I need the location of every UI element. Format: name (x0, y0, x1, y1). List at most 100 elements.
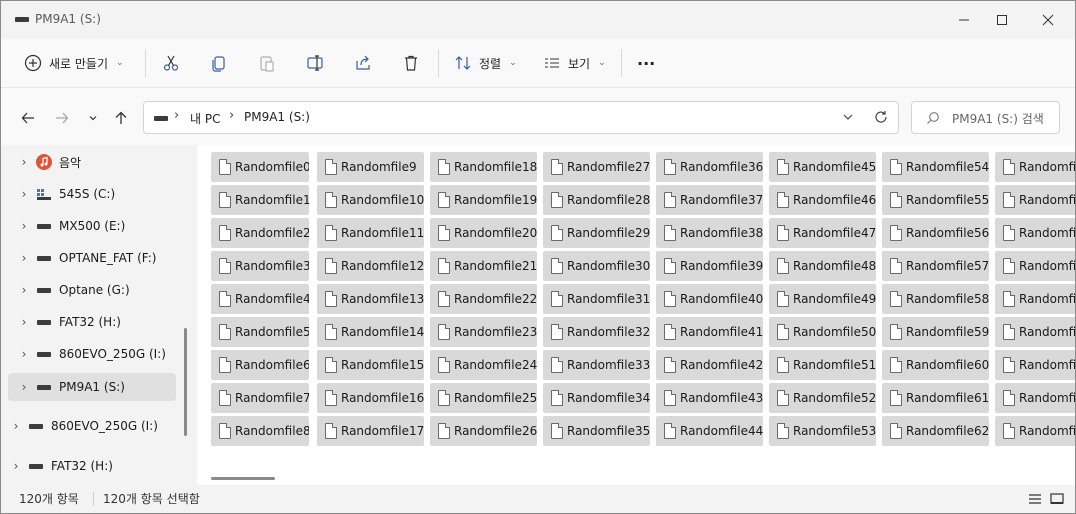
file-item[interactable]: Randomfil (995, 218, 1075, 248)
file-item[interactable]: Randomfile40 (656, 284, 763, 314)
forward-button[interactable] (51, 107, 73, 129)
file-item[interactable]: Randomfile19 (430, 185, 537, 215)
file-item[interactable]: Randomfile21 (430, 251, 537, 281)
file-item[interactable]: Randomfile51 (769, 350, 876, 380)
file-item[interactable]: Randomfil (995, 350, 1075, 380)
file-item[interactable]: Randomfile48 (769, 251, 876, 281)
file-item[interactable]: Randomfile27 (543, 152, 650, 182)
file-item[interactable]: Randomfile56 (882, 218, 989, 248)
chevron-right-icon[interactable]: › (15, 219, 33, 233)
refresh-button[interactable] (874, 110, 888, 127)
file-item[interactable]: Randomfile11 (317, 218, 424, 248)
file-item[interactable]: Randomfil (995, 383, 1075, 413)
sidebar-item-fat32-network[interactable]: › FAT32 (H:) (7, 452, 177, 480)
file-item[interactable]: Randomfile0 (211, 152, 309, 182)
file-item[interactable]: Randomfile25 (430, 383, 537, 413)
sidebar-item-pm9a1[interactable]: › PM9A1 (S:) (8, 373, 176, 401)
more-options-button[interactable]: ··· (637, 47, 655, 79)
file-item[interactable]: Randomfile39 (656, 251, 763, 281)
file-item[interactable]: Randomfile22 (430, 284, 537, 314)
chevron-right-icon[interactable]: › (15, 347, 33, 361)
file-item[interactable]: Randomfile46 (769, 185, 876, 215)
file-item[interactable]: Randomfile60 (882, 350, 989, 380)
file-item[interactable]: Randomfile13 (317, 284, 424, 314)
rename-button[interactable] (305, 47, 325, 79)
file-item[interactable]: Randomfile33 (543, 350, 650, 380)
file-item[interactable]: Randomfile30 (543, 251, 650, 281)
file-item[interactable]: Randomfile41 (656, 317, 763, 347)
sort-button[interactable]: 정렬 ⌄ (453, 47, 517, 79)
file-item[interactable]: Randomfile5 (211, 317, 309, 347)
chevron-right-icon[interactable]: › (174, 108, 179, 123)
sidebar-item-optane[interactable]: › Optane (G:) (15, 276, 185, 304)
copy-button[interactable] (209, 47, 229, 79)
chevron-right-icon[interactable]: › (15, 155, 33, 169)
file-item[interactable]: Randomfile62 (882, 416, 989, 446)
file-item[interactable]: Randomfile50 (769, 317, 876, 347)
chevron-right-icon[interactable]: › (15, 187, 33, 201)
file-item[interactable]: Randomfile32 (543, 317, 650, 347)
file-item[interactable]: Randomfile28 (543, 185, 650, 215)
recent-locations-button[interactable] (82, 107, 104, 129)
file-item[interactable]: Randomfil (995, 416, 1075, 446)
file-item[interactable]: Randomfile54 (882, 152, 989, 182)
chevron-right-icon[interactable]: › (7, 459, 25, 473)
file-item[interactable]: Randomfil (995, 317, 1075, 347)
details-view-button[interactable] (1026, 490, 1044, 508)
sidebar-item-mx500[interactable]: › MX500 (E:) (15, 212, 185, 240)
maximize-button[interactable] (979, 1, 1025, 39)
file-item[interactable]: Randomfile53 (769, 416, 876, 446)
cut-button[interactable] (161, 47, 181, 79)
file-item[interactable]: Randomfile29 (543, 218, 650, 248)
sidebar-item-fat32[interactable]: › FAT32 (H:) (15, 308, 185, 336)
file-item[interactable]: Randomfile15 (317, 350, 424, 380)
file-item[interactable]: Randomfile59 (882, 317, 989, 347)
file-item[interactable]: Randomfile26 (430, 416, 537, 446)
sidebar-item-545s[interactable]: › 545S (C:) (15, 180, 185, 208)
sidebar-item-860evo[interactable]: › 860EVO_250G (I:) (15, 340, 185, 368)
file-item[interactable]: Randomfile12 (317, 251, 424, 281)
file-item[interactable]: Randomfile42 (656, 350, 763, 380)
file-item[interactable]: Randomfile18 (430, 152, 537, 182)
file-item[interactable]: Randomfil (995, 185, 1075, 215)
file-item[interactable]: Randomfile61 (882, 383, 989, 413)
chevron-right-icon[interactable]: › (15, 251, 33, 265)
file-item[interactable]: Randomfile45 (769, 152, 876, 182)
file-item[interactable]: Randomfile36 (656, 152, 763, 182)
breadcrumb-drive[interactable]: PM9A1 (S:) (244, 110, 310, 124)
sidebar-item-optane-fat[interactable]: › OPTANE_FAT (F:) (15, 244, 185, 272)
file-item[interactable]: Randomfil (995, 152, 1075, 182)
file-item[interactable]: Randomfile14 (317, 317, 424, 347)
chevron-right-icon[interactable]: › (15, 315, 33, 329)
address-history-button[interactable] (842, 111, 854, 126)
file-item[interactable]: Randomfile35 (543, 416, 650, 446)
file-item[interactable]: Randomfile43 (656, 383, 763, 413)
file-item[interactable]: Randomfile2 (211, 218, 309, 248)
file-item[interactable]: Randomfile52 (769, 383, 876, 413)
file-item[interactable]: Randomfile20 (430, 218, 537, 248)
close-button[interactable] (1025, 1, 1071, 39)
file-item[interactable]: Randomfil (995, 251, 1075, 281)
file-item[interactable]: Randomfile55 (882, 185, 989, 215)
file-item[interactable]: Randomfile24 (430, 350, 537, 380)
file-item[interactable]: Randomfile1 (211, 185, 309, 215)
file-item[interactable]: Randomfile7 (211, 383, 309, 413)
file-item[interactable]: Randomfile6 (211, 350, 309, 380)
paste-button[interactable] (257, 47, 277, 79)
file-item[interactable]: Randomfile58 (882, 284, 989, 314)
address-bar[interactable]: › 내 PC › PM9A1 (S:) (143, 101, 899, 134)
file-item[interactable]: Randomfile38 (656, 218, 763, 248)
back-button[interactable] (17, 107, 39, 129)
file-item[interactable]: Randomfile44 (656, 416, 763, 446)
file-item[interactable]: Randomfile31 (543, 284, 650, 314)
chevron-right-icon[interactable]: › (229, 108, 234, 123)
file-item[interactable]: Randomfile34 (543, 383, 650, 413)
sidebar-scrollbar[interactable] (184, 328, 187, 436)
view-button[interactable]: 보기 ⌄ (542, 47, 606, 79)
file-item[interactable]: Randomfile49 (769, 284, 876, 314)
tiles-view-button[interactable] (1048, 490, 1066, 508)
file-item[interactable]: Randomfil (995, 284, 1075, 314)
file-item[interactable]: Randomfile16 (317, 383, 424, 413)
file-item[interactable]: Randomfile57 (882, 251, 989, 281)
chevron-right-icon[interactable]: › (7, 419, 25, 433)
